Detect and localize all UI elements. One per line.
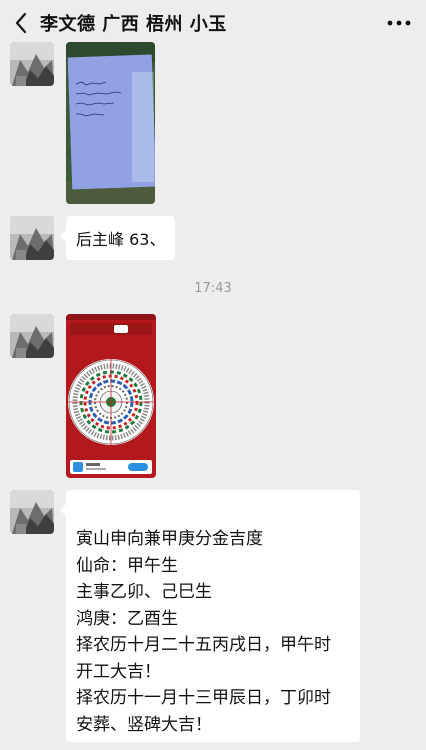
chevron-left-icon [15, 12, 27, 34]
avatar[interactable] [10, 216, 54, 260]
message-line: 鸿庚：乙酉生 [76, 608, 178, 629]
more-button[interactable] [382, 10, 416, 36]
message-line: 主事乙卯、己巳生 [76, 582, 212, 602]
message-line: 安葬、竖碑大吉！ [76, 714, 212, 735]
avatar[interactable] [10, 42, 54, 86]
top-bar: 李文德 广西 梧州 小玉 [0, 0, 426, 46]
message-timestamp: 17:43 [194, 281, 232, 296]
chat-title: 李文德 广西 梧州 小玉 [40, 14, 227, 35]
photo-message[interactable] [66, 42, 155, 204]
text-message-long[interactable]: 寅山申向兼甲庚分金吉度 仙命：甲午生 主事乙卯、己巳生 鸿庚：乙酉生 择农历十月… [60, 490, 360, 742]
compass-screenshot-message[interactable] [66, 314, 156, 478]
more-dots-icon [387, 20, 411, 26]
message-line: 择农历十一月十三甲辰日，丁卯时 [76, 688, 331, 708]
message-text: 后主峰 63、 [76, 230, 166, 249]
message-line: 择农历十月二十五丙戌日，甲午时 [76, 635, 331, 655]
message-line: 寅山申向兼甲庚分金吉度 [76, 529, 263, 549]
back-button[interactable] [6, 7, 36, 39]
avatar[interactable] [10, 490, 54, 534]
avatar[interactable] [10, 314, 54, 358]
text-message[interactable]: 后主峰 63、 [59, 216, 176, 260]
message-line: 仙命：甲午生 [76, 555, 178, 576]
message-line: 开工大吉！ [76, 661, 161, 682]
